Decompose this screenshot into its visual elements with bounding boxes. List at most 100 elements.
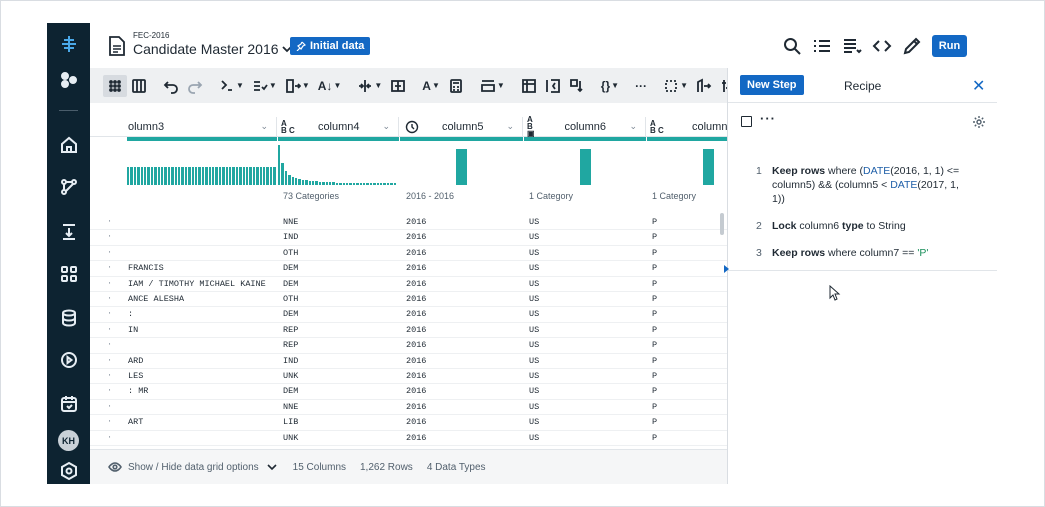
grid-options-toggle[interactable]: Show / Hide data grid options xyxy=(108,460,279,474)
table-cell[interactable]: 2016 xyxy=(406,371,521,381)
lookup-icon[interactable] xyxy=(692,75,716,97)
table-row[interactable]: · IAM / TIMOTHY MICHAEL KAINE DEM 2016 US P xyxy=(90,277,727,292)
histogram-bar[interactable] xyxy=(393,183,396,185)
histogram-bar[interactable] xyxy=(198,167,201,185)
settings-hex-icon[interactable] xyxy=(57,459,80,482)
histogram-bar[interactable] xyxy=(298,179,301,185)
histogram-bar[interactable] xyxy=(369,183,373,185)
histogram-bar[interactable] xyxy=(184,167,188,185)
histogram-bar[interactable] xyxy=(195,167,198,185)
histogram-bar[interactable] xyxy=(278,145,281,185)
histogram-bar[interactable] xyxy=(312,181,315,185)
histogram-bar[interactable] xyxy=(218,167,222,185)
table-cell[interactable]: P xyxy=(652,279,727,289)
histogram-bar[interactable] xyxy=(205,167,208,185)
table-cell[interactable]: US xyxy=(529,371,644,381)
histogram-bar[interactable] xyxy=(256,167,259,185)
histogram-bar[interactable] xyxy=(212,167,215,185)
table-cell[interactable]: P xyxy=(652,294,727,304)
table-cell[interactable]: US xyxy=(529,340,644,350)
histogram-bar[interactable] xyxy=(164,167,167,185)
table-cell[interactable]: 2016 xyxy=(406,309,521,319)
sort-az-icon[interactable]: A↓ ▼ xyxy=(314,75,346,97)
table-cell[interactable]: P xyxy=(652,417,727,427)
gear-icon[interactable] xyxy=(972,115,986,129)
histogram-bar[interactable] xyxy=(349,183,352,185)
histogram-bar[interactable] xyxy=(154,167,157,185)
table-cell[interactable]: P xyxy=(652,433,727,443)
histogram-bar[interactable] xyxy=(181,167,184,185)
histogram-bar[interactable] xyxy=(386,183,390,185)
histogram-bar[interactable] xyxy=(222,167,225,185)
search-icon[interactable] xyxy=(782,36,802,56)
table-cell[interactable]: REP xyxy=(283,325,398,335)
table-cell[interactable]: 2016 xyxy=(406,325,521,335)
table-cell[interactable]: 2016 xyxy=(406,433,521,443)
merge-columns-icon[interactable] xyxy=(386,75,410,97)
histogram-bar[interactable] xyxy=(308,181,311,185)
table-cell[interactable]: 2016 xyxy=(406,279,521,289)
histogram-bar[interactable] xyxy=(305,180,308,185)
eyedropper-icon[interactable] xyxy=(902,36,922,56)
table-cell[interactable]: DEM xyxy=(283,386,398,396)
table-cell[interactable]: ARD xyxy=(128,356,276,366)
histogram-bar[interactable] xyxy=(239,167,242,185)
table-cell[interactable]: P xyxy=(652,340,727,350)
text-format-icon[interactable]: A ▼ xyxy=(418,75,444,97)
histogram-bar[interactable] xyxy=(246,167,249,185)
play-circle-icon[interactable] xyxy=(57,348,80,371)
chevron-down-icon[interactable]: ⌄ xyxy=(382,121,390,132)
table-cell[interactable]: UNK xyxy=(283,371,398,381)
histogram-bar[interactable] xyxy=(242,167,245,185)
chevron-down-icon[interactable]: ⌄ xyxy=(506,121,514,132)
table-cell[interactable]: P xyxy=(652,309,727,319)
histogram-bar[interactable] xyxy=(380,183,383,185)
table-cell[interactable]: IAM / TIMOTHY MICHAEL KAINE xyxy=(128,279,276,289)
histogram-bar[interactable] xyxy=(580,149,591,185)
adjust-icon[interactable]: ▼ xyxy=(716,75,727,97)
histogram-bar[interactable] xyxy=(315,181,318,185)
histogram-column3[interactable] xyxy=(127,141,277,185)
redo-icon[interactable] xyxy=(183,75,207,97)
table-cell[interactable]: US xyxy=(529,279,644,289)
histogram-bar[interactable] xyxy=(127,167,130,185)
table-cell[interactable]: 2016 xyxy=(406,402,521,412)
table-row[interactable]: · ANCE ALESHA OTH 2016 US P xyxy=(90,292,727,308)
histogram-bar[interactable] xyxy=(335,183,339,185)
table-row[interactable]: · NNE 2016 US P xyxy=(90,400,727,416)
histogram-bar[interactable] xyxy=(249,167,252,185)
histogram-bar[interactable] xyxy=(252,167,256,185)
table-cell[interactable]: US xyxy=(529,386,644,396)
histogram-bar[interactable] xyxy=(703,149,714,185)
table-cell[interactable]: OTH xyxy=(283,248,398,258)
histogram-column7[interactable] xyxy=(647,141,727,185)
table-row[interactable]: · ARD IND 2016 US P xyxy=(90,354,727,369)
histogram-bar[interactable] xyxy=(359,183,362,185)
table-cell[interactable]: P xyxy=(652,356,727,366)
table-cell[interactable]: P xyxy=(652,217,727,227)
apps-grid-icon[interactable] xyxy=(57,262,80,285)
histogram-bar[interactable] xyxy=(322,182,325,185)
table-cell[interactable]: : MR xyxy=(128,386,276,396)
split-column-icon[interactable]: ▼ xyxy=(353,75,386,97)
restructure-icon[interactable]: ▼ xyxy=(281,75,314,97)
flow-graph-icon[interactable] xyxy=(57,175,80,198)
pivot-icon[interactable] xyxy=(517,75,541,97)
list-icon[interactable] xyxy=(812,36,832,56)
table-cell[interactable]: P xyxy=(652,263,727,273)
table-cell[interactable]: 2016 xyxy=(406,386,521,396)
type-convert-icon[interactable]: ▼ xyxy=(215,75,248,97)
histogram-bar[interactable] xyxy=(174,167,177,185)
table-cell[interactable]: P xyxy=(652,248,727,258)
table-row[interactable]: · NNE 2016 US P xyxy=(90,215,727,231)
vertical-scrollbar[interactable] xyxy=(720,213,724,235)
chevron-down-icon[interactable]: ⌄ xyxy=(629,121,637,132)
histogram-bar[interactable] xyxy=(456,149,467,185)
histogram-bar[interactable] xyxy=(201,167,205,185)
table-row[interactable]: · IN REP 2016 US P xyxy=(90,323,727,339)
histogram-bar[interactable] xyxy=(269,167,273,185)
histogram-bar[interactable] xyxy=(329,182,332,185)
logo-icon[interactable] xyxy=(57,32,80,55)
table-cell[interactable]: ANCE ALESHA xyxy=(128,294,276,304)
table-cell[interactable]: P xyxy=(652,232,727,242)
